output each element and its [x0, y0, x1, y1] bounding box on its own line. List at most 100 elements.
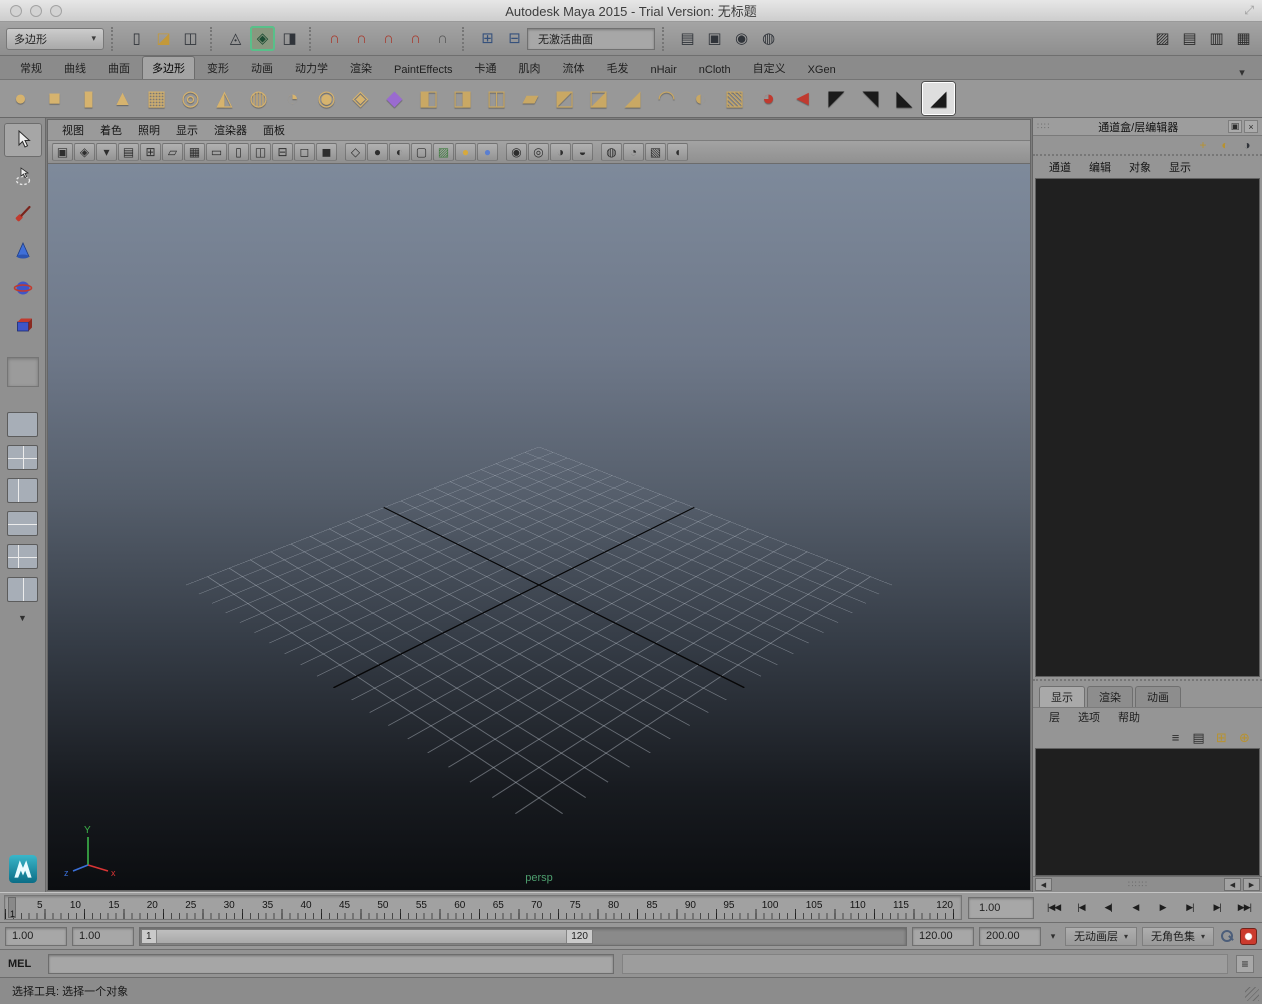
anim-layer-dropdown[interactable]: 无动画层 ▾ — [1065, 927, 1137, 946]
playback-range-bar[interactable]: 1 120 — [141, 929, 593, 944]
panel-drag-handle[interactable]: ∷∷ — [1037, 121, 1050, 132]
poly-soccer-ball-icon[interactable]: ◉ — [310, 82, 343, 115]
new-empty-layer-icon[interactable]: ⊞ — [1212, 729, 1231, 746]
resize-grip-icon[interactable] — [1245, 987, 1259, 1001]
scroll-left-2-icon[interactable]: ◀ — [1224, 878, 1241, 891]
symmetry-tool-icon[interactable]: ◢ — [922, 82, 955, 115]
shelf-tab-curves[interactable]: 曲线 — [54, 56, 96, 79]
shelf-tab-deform[interactable]: 变形 — [197, 56, 239, 79]
panel-splitter[interactable] — [1033, 679, 1262, 686]
hypershade-persp-layout-button[interactable] — [7, 544, 38, 569]
scroll-track[interactable]: ∷∷∷ — [1053, 878, 1223, 891]
boolean-difference-icon[interactable]: ◪ — [582, 82, 615, 115]
current-frame-field[interactable]: 1.00 — [968, 897, 1034, 919]
step-back-key-button[interactable]: |◀ — [1067, 897, 1094, 919]
multi-cut-icon[interactable]: ◫ — [480, 82, 513, 115]
panel-menu-panels[interactable]: 面板 — [255, 120, 293, 140]
shelf-tab-painteffects[interactable]: PaintEffects — [384, 60, 463, 79]
close-button[interactable] — [10, 5, 22, 17]
outputs-from-selected-icon[interactable]: ⊟ — [502, 26, 527, 51]
close-panel-icon[interactable]: × — [1244, 120, 1258, 133]
poly-sphere-icon[interactable]: ● — [4, 82, 37, 115]
script-editor-icon[interactable]: ≡ — [1236, 955, 1254, 973]
new-scene-icon[interactable]: ▯ — [124, 26, 149, 51]
render-settings-icon[interactable]: ◍ — [756, 26, 781, 51]
auto-keyframe-icon[interactable] — [1240, 928, 1257, 945]
attribute-editor-icon[interactable]: ▤ — [1177, 26, 1202, 51]
layer-tab-anim[interactable]: 动画 — [1135, 686, 1181, 707]
animation-end-field[interactable]: 200.00 — [979, 927, 1041, 946]
speed-fast-icon[interactable]: ◑ — [1238, 137, 1256, 153]
shelf-tab-general[interactable]: 常规 — [10, 56, 52, 79]
lasso-select-tool[interactable] — [4, 160, 42, 194]
shelf-tab-rendering[interactable]: 渲染 — [340, 56, 382, 79]
panel-menu-shading[interactable]: 着色 — [92, 120, 130, 140]
minimize-button[interactable] — [30, 5, 42, 17]
isolate-select-icon[interactable]: ▧ — [645, 143, 666, 161]
shelf-tab-surfaces[interactable]: 曲面 — [98, 56, 140, 79]
last-tool-slot[interactable] — [7, 357, 39, 387]
persp-outliner-layout-button[interactable] — [7, 478, 38, 503]
speed-slow-icon[interactable]: ◐ — [1216, 137, 1234, 153]
playback-options-icon[interactable]: ▾ — [1046, 931, 1060, 942]
range-slider[interactable]: 1 120 — [139, 927, 907, 946]
inputs-to-selected-icon[interactable]: ⊞ — [475, 26, 500, 51]
layer-menu-help[interactable]: 帮助 — [1110, 708, 1148, 726]
2d-pan-zoom-icon[interactable]: ⊞ — [140, 143, 161, 161]
grid-icon[interactable]: ▦ — [184, 143, 205, 161]
zoom-button[interactable] — [50, 5, 62, 17]
poly-pyramid-icon[interactable]: ◭ — [208, 82, 241, 115]
shelf-tab-fluids[interactable]: 流体 — [553, 56, 595, 79]
fullscreen-icon[interactable]: ⤢ — [1244, 3, 1254, 18]
render-view-icon[interactable]: ▤ — [675, 26, 700, 51]
go-to-start-button[interactable]: |◀◀ — [1040, 897, 1067, 919]
viewport-canvas[interactable]: Y x z persp — [48, 164, 1030, 890]
shelf-tab-toon[interactable]: 卡通 — [465, 56, 507, 79]
go-to-end-button[interactable]: ▶▶| — [1231, 897, 1258, 919]
layer-tab-display[interactable]: 显示 — [1039, 686, 1085, 707]
ipr-render-icon[interactable]: ◉ — [729, 26, 754, 51]
select-object-icon[interactable]: ◈ — [250, 26, 275, 51]
animation-start-field[interactable]: 1.00 — [5, 927, 67, 946]
make-live-icon[interactable]: ∩ — [430, 26, 455, 51]
snap-to-points-icon[interactable]: ∩ — [376, 26, 401, 51]
poly-helix-icon[interactable]: ◔ — [276, 82, 309, 115]
shelf-tab-ncloth[interactable]: nCloth — [689, 60, 741, 79]
rotate-tool[interactable] — [4, 271, 42, 305]
quad-draw-icon[interactable]: ▧ — [718, 82, 751, 115]
lighting-default-icon[interactable]: ◎ — [528, 143, 549, 161]
xray-icon[interactable]: ◖ — [667, 143, 688, 161]
occlusion-icon[interactable]: ◒ — [572, 143, 593, 161]
channel-box-icon[interactable]: ▦ — [1231, 26, 1256, 51]
shelf-tab-nhair[interactable]: nHair — [641, 60, 687, 79]
extrude-icon[interactable]: ▰ — [514, 82, 547, 115]
image-plane-icon[interactable]: ▤ — [118, 143, 139, 161]
poly-plane-icon[interactable]: ▦ — [140, 82, 173, 115]
layer-tab-render[interactable]: 渲染 — [1087, 686, 1133, 707]
motion-blur-icon[interactable]: ◍ — [601, 143, 622, 161]
persp-graph-layout-button[interactable] — [7, 511, 38, 536]
gate-mask-icon[interactable]: ◫ — [250, 143, 271, 161]
poly-platonic-icon[interactable]: ◈ — [344, 82, 377, 115]
shelf-menu-icon[interactable]: ▾ — [1232, 66, 1252, 79]
bounding-box-icon[interactable]: ▢ — [411, 143, 432, 161]
panel-menu-view[interactable]: 视图 — [54, 120, 92, 140]
smooth-shade-icon[interactable]: ● — [367, 143, 388, 161]
select-camera-icon[interactable]: ▣ — [52, 143, 73, 161]
command-language-label[interactable]: MEL — [8, 958, 40, 970]
use-default-material-icon[interactable]: ● — [455, 143, 476, 161]
mirror-icon[interactable]: ◐ — [684, 82, 717, 115]
wireframe-icon[interactable]: ◇ — [345, 143, 366, 161]
bridge-icon[interactable]: ◠ — [650, 82, 683, 115]
character-set-dropdown[interactable]: 无角色集 ▾ — [1142, 927, 1214, 946]
save-scene-icon[interactable]: ◫ — [178, 26, 203, 51]
panel-menu-renderer[interactable]: 渲染器 — [206, 120, 255, 140]
active-surface-field[interactable]: 无激活曲面 — [527, 28, 655, 50]
scroll-right-icon[interactable]: ▶ — [1243, 878, 1260, 891]
step-forward-key-button[interactable]: ▶| — [1204, 897, 1231, 919]
shelf-tab-fur[interactable]: 毛发 — [597, 56, 639, 79]
play-forwards-button[interactable]: ▶ — [1149, 897, 1176, 919]
tool-settings-icon[interactable]: ▥ — [1204, 26, 1229, 51]
modeling-toolkit-icon[interactable]: ▨ — [1150, 26, 1175, 51]
shadows-icon[interactable]: ◑ — [550, 143, 571, 161]
